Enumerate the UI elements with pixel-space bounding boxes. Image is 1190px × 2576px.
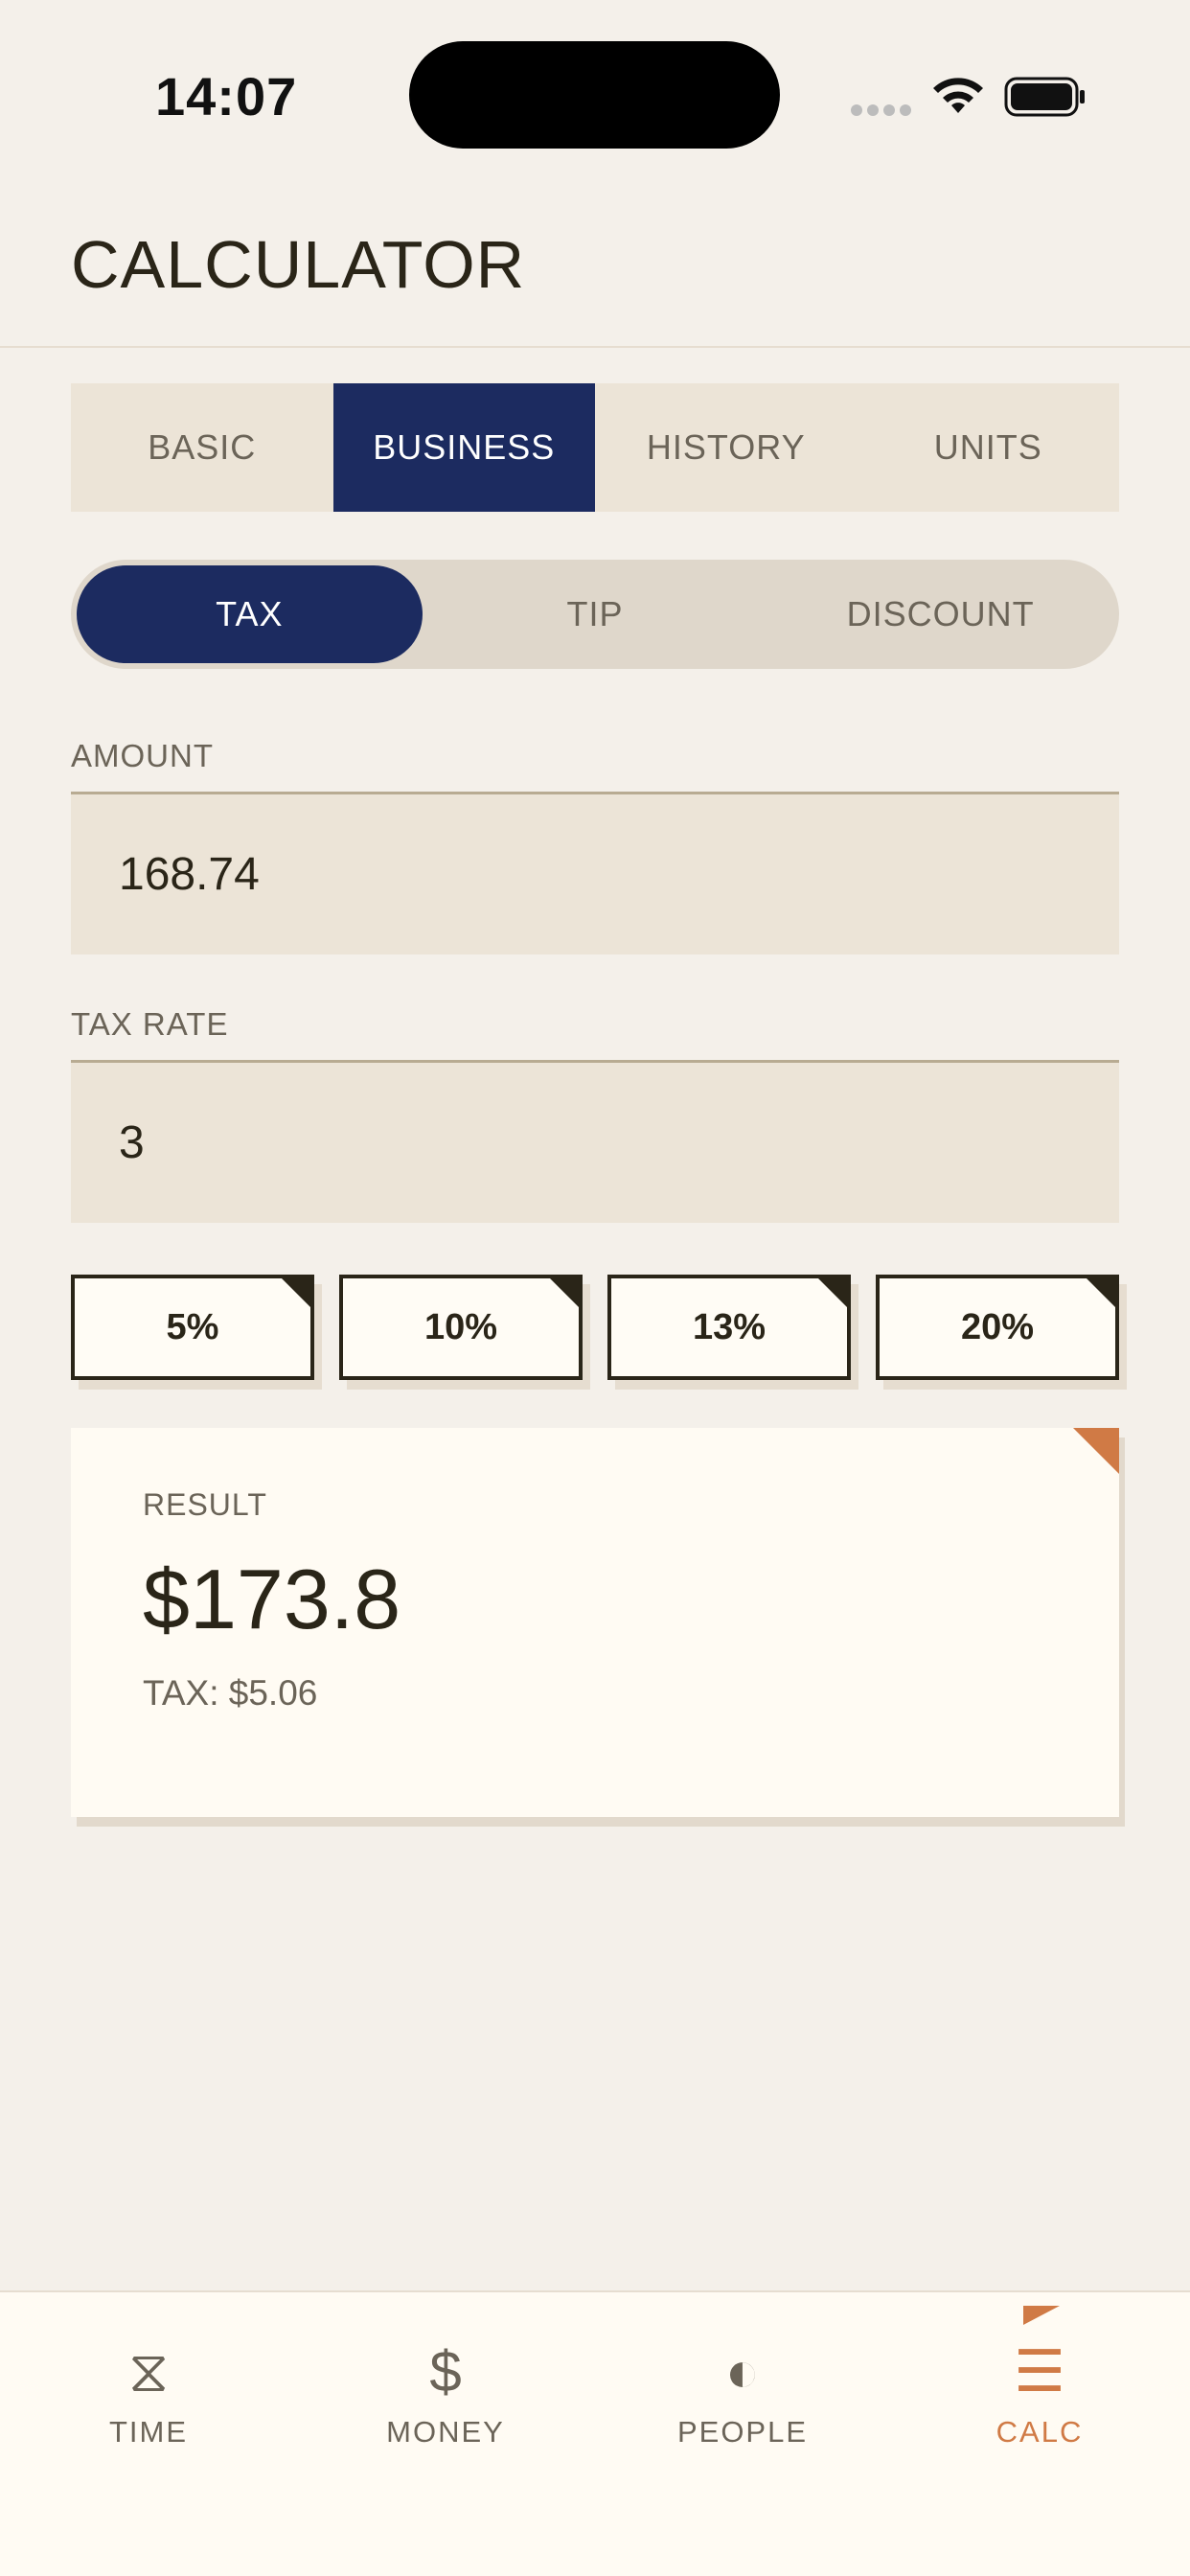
nav-label: PEOPLE <box>676 2415 809 2449</box>
preset-13-wrapper: 13% <box>607 1275 858 1390</box>
tax-amount-text: TAX: $5.06 <box>143 1673 318 1713</box>
half-circle-icon: ◐ <box>724 2339 761 2404</box>
preset-label: 10% <box>423 1306 498 1347</box>
wifi-icon <box>933 78 983 113</box>
nav-item-money[interactable]: $ MONEY <box>297 2292 594 2484</box>
nav-item-people[interactable]: ◐ PEOPLE <box>594 2292 891 2484</box>
result-corner-tab <box>1073 1428 1119 1474</box>
result-label: RESULT <box>143 1487 267 1522</box>
nav-label: TIME <box>108 2415 189 2449</box>
amount-input[interactable] <box>71 792 1119 954</box>
active-nav-flag <box>1023 2306 1060 2325</box>
corner-tab <box>817 1278 847 1308</box>
dynamic-island <box>409 41 780 149</box>
amount-label: AMOUNT <box>71 738 214 773</box>
battery-icon <box>1004 77 1085 117</box>
preset-5-wrapper: 5% <box>71 1275 322 1390</box>
title-divider <box>0 346 1190 348</box>
preset-20-button[interactable]: 20% <box>876 1275 1119 1380</box>
result-value: $173.8 <box>143 1552 401 1646</box>
status-time: 14:07 <box>155 66 298 126</box>
bottom-nav: ⧖ TIME $ MONEY ◐ PEOPLE ☰ CALC <box>0 2290 1190 2576</box>
hourglass-icon: ⧖ <box>127 2339 170 2404</box>
corner-tab <box>1086 1278 1115 1308</box>
preset-20-wrapper: 20% <box>876 1275 1127 1390</box>
preset-5-button[interactable]: 5% <box>71 1275 314 1380</box>
segment-tip[interactable]: TIP <box>423 565 768 663</box>
result-card: RESULT $173.8 TAX: $5.06 <box>71 1428 1119 1817</box>
menu-icon: ☰ <box>1014 2339 1065 2404</box>
preset-label: 13% <box>692 1306 767 1347</box>
nav-label: MONEY <box>386 2415 505 2449</box>
preset-label: 20% <box>960 1306 1035 1347</box>
tax-rate-label: TAX RATE <box>71 1006 229 1042</box>
preset-10-wrapper: 10% <box>339 1275 590 1390</box>
corner-tab <box>549 1278 579 1308</box>
tax-rate-input[interactable] <box>71 1060 1119 1223</box>
corner-tab <box>281 1278 310 1308</box>
preset-label: 5% <box>166 1306 219 1347</box>
calculator-screen: 14:07 CALCULATOR BASIC BUSINESS HISTORY … <box>0 0 1190 2576</box>
page-title: CALCULATOR <box>71 227 526 302</box>
preset-10-button[interactable]: 10% <box>339 1275 583 1380</box>
dollar-icon: $ <box>429 2339 462 2404</box>
cellular-signal-icon <box>851 104 912 116</box>
segment-discount[interactable]: DISCOUNT <box>767 565 1113 663</box>
segment-tax[interactable]: TAX <box>77 565 423 663</box>
nav-item-time[interactable]: ⧖ TIME <box>0 2292 297 2484</box>
tab-business[interactable]: BUSINESS <box>332 383 595 512</box>
calc-type-segmented-control: TAX TIP DISCOUNT <box>71 560 1119 669</box>
tab-basic[interactable]: BASIC <box>71 383 333 512</box>
tab-units[interactable]: UNITS <box>858 383 1120 512</box>
preset-13-button[interactable]: 13% <box>607 1275 851 1380</box>
nav-label: CALC <box>995 2415 1084 2449</box>
tab-history[interactable]: HISTORY <box>595 383 858 512</box>
mode-tabs: BASIC BUSINESS HISTORY UNITS <box>71 383 1119 512</box>
